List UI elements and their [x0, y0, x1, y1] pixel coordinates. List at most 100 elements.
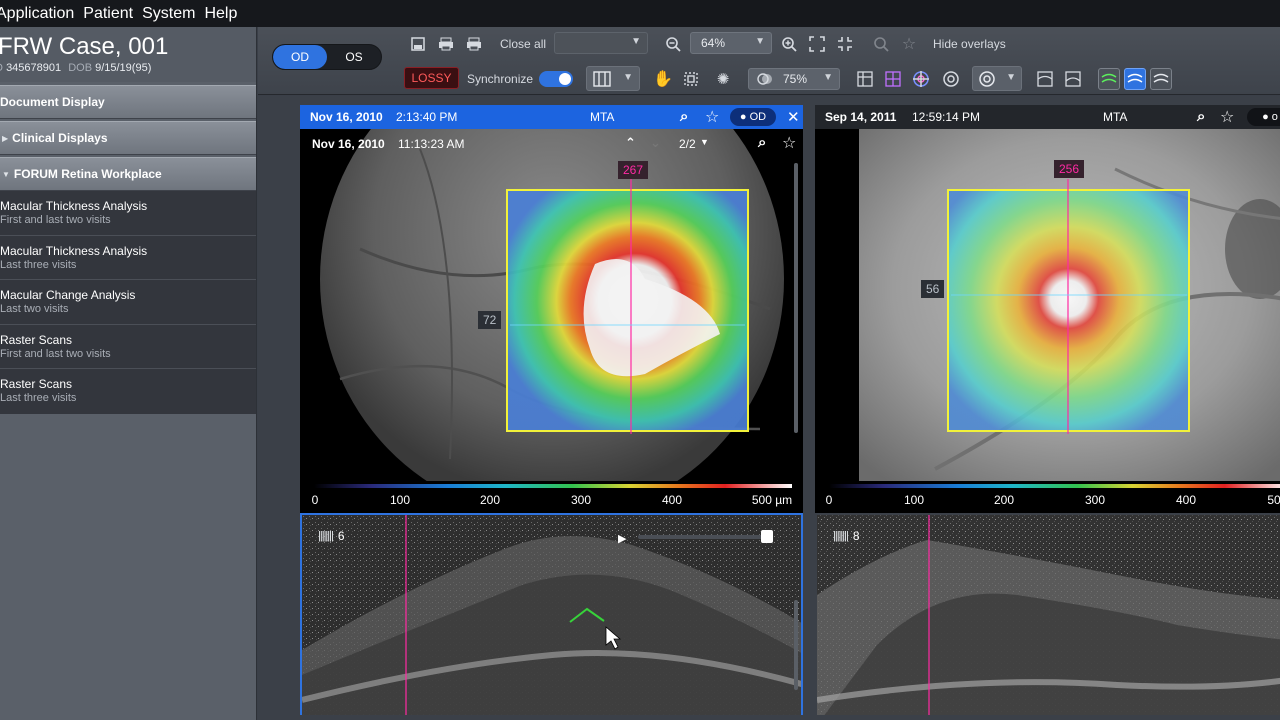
scale-tick: 300	[1084, 493, 1106, 507]
chevron-down-icon: ▼	[623, 72, 633, 83]
grid-layout-button[interactable]: ▼	[586, 66, 640, 91]
star-icon[interactable]: ☆	[782, 133, 796, 153]
section-document-display[interactable]: Document Display	[0, 85, 256, 119]
scan-index-tag: |||||||| 6	[318, 529, 345, 543]
surface-layer-button[interactable]	[1150, 68, 1172, 90]
hide-overlays-button[interactable]: Hide overlays	[933, 37, 1006, 51]
list-item-title: Macular Thickness Analysis	[0, 199, 148, 213]
save-icon[interactable]	[408, 35, 428, 53]
list-item[interactable]: Macular Thickness Analysis First and las…	[0, 191, 256, 236]
brightness-icon[interactable]: ✺	[712, 68, 734, 90]
menu-bar: Application Patient System Help	[0, 0, 1280, 27]
bscan-layer-button[interactable]	[1124, 68, 1146, 90]
star-icon[interactable]: ☆	[1220, 107, 1234, 127]
section-label: Document Display	[0, 95, 105, 109]
target-icon[interactable]	[910, 68, 932, 90]
bscan-stack-icon: ||||||||	[318, 530, 334, 542]
scrollbar[interactable]	[794, 163, 798, 433]
list-item[interactable]: Macular Change Analysis Last two visits	[0, 280, 256, 325]
scale-tick: 500 µm	[751, 493, 793, 507]
close-icon[interactable]: ✕	[787, 108, 800, 126]
star-icon[interactable]: ☆	[705, 107, 719, 127]
chevron-up-icon[interactable]: ⌃	[625, 135, 636, 151]
panel-header-left: Nov 16, 2010 2:13:40 PM MTA ⌕ ☆ ● OD ✕	[300, 105, 803, 129]
crosshair-top-value: 256	[1054, 160, 1085, 178]
fundus-image-right[interactable]	[815, 129, 1280, 481]
close-all-button[interactable]: Close all	[500, 37, 546, 51]
sidebar: FRW Case, 001 ID 345678901 DOB 9/15/19(9…	[0, 27, 257, 720]
search-icon[interactable]: ⌕	[758, 134, 766, 151]
section-label: Clinical Displays	[12, 131, 108, 145]
os-button[interactable]: OS	[327, 45, 381, 69]
od-button[interactable]: OD	[273, 45, 327, 69]
chevron-down-icon[interactable]: ⌄	[650, 135, 661, 151]
menu-system[interactable]: System	[142, 5, 195, 23]
overlay-grid-icon[interactable]	[854, 68, 876, 90]
thickness-map-button[interactable]	[1098, 68, 1120, 90]
menu-help[interactable]: Help	[204, 5, 237, 23]
crosshair-top-value: 267	[618, 161, 649, 179]
scrollbar-thumb[interactable]	[794, 163, 798, 433]
zoom-out-icon[interactable]	[662, 33, 684, 55]
search-icon[interactable]: ⌕	[1197, 108, 1205, 125]
layer-view-1-icon[interactable]	[1034, 68, 1056, 90]
fundus-image[interactable]	[300, 129, 803, 481]
fit-to-screen-icon[interactable]	[806, 33, 828, 55]
fixation-button[interactable]: ▼	[972, 66, 1022, 91]
chevron-down-icon: ▼	[823, 72, 833, 83]
play-icon[interactable]: ▶	[618, 532, 626, 545]
etdrs-grid-icon[interactable]	[882, 68, 904, 90]
search-icon[interactable]	[870, 33, 892, 55]
panel-header-right: Sep 14, 2011 12:59:14 PM MTA ⌕ ☆ ● o	[815, 105, 1280, 129]
list-item[interactable]: Macular Thickness Analysis Last three vi…	[0, 236, 256, 280]
fundus-image-svg	[300, 129, 803, 481]
scan-date: Nov 16, 2010	[312, 137, 385, 151]
crosshair-left-value: 56	[921, 280, 945, 298]
viewer-panel-left[interactable]: Nov 16, 2010 2:13:40 PM MTA ⌕ ☆ ● OD ✕ N…	[300, 105, 803, 715]
scale-tick: 200	[993, 493, 1015, 507]
search-icon[interactable]: ⌕	[680, 108, 688, 125]
scale-tick: 400	[661, 493, 683, 507]
zoom-select[interactable]: 64% ▼	[690, 32, 772, 54]
viewer-panel-right[interactable]: Sep 14, 2011 12:59:14 PM MTA ⌕ ☆ ● o 256…	[815, 105, 1280, 715]
chevron-down-icon: ▼	[631, 36, 641, 47]
eye-toggle: OD OS	[272, 44, 382, 70]
section-forum-retina-workplace[interactable]: ▼ FORUM Retina Workplace	[0, 157, 256, 191]
pan-hand-icon[interactable]: ✋	[652, 68, 674, 90]
list-item-title: Raster Scans	[0, 332, 73, 347]
list-item-subtitle: Last three visits	[0, 392, 77, 404]
crosshair-left-value: 72	[478, 311, 502, 329]
thickness-color-scale	[314, 484, 792, 488]
bscan-image-left[interactable]: |||||||| 6 ▶	[300, 513, 803, 715]
section-clinical-displays[interactable]: ▶ Clinical Displays	[0, 121, 256, 155]
list-item[interactable]: Raster Scans First and last two visits	[0, 325, 256, 369]
chevron-down-icon[interactable]: ▼	[700, 137, 709, 147]
layer-view-2-icon[interactable]	[1062, 68, 1084, 90]
scan-slider-handle[interactable]	[761, 530, 773, 543]
print-icon[interactable]	[464, 35, 484, 53]
synchronize-toggle[interactable]	[539, 71, 573, 87]
circle-target-icon[interactable]	[940, 68, 962, 90]
synchronize-label: Synchronize	[467, 72, 534, 86]
page-indicator[interactable]: 2/2	[679, 137, 696, 151]
list-item[interactable]: Raster Scans Last three visits	[0, 369, 256, 414]
print-preview-icon[interactable]	[436, 35, 456, 53]
bscan-image-right[interactable]: |||||||| 8	[815, 513, 1280, 715]
star-icon[interactable]: ☆	[898, 33, 920, 55]
chevron-down-icon: ▼	[755, 36, 765, 47]
lossy-badge: LOSSY	[404, 67, 459, 89]
actual-size-icon[interactable]	[834, 33, 856, 55]
list-item-title: Macular Thickness Analysis	[0, 243, 148, 258]
zoom-in-icon[interactable]	[778, 33, 800, 55]
bscan-scrollbar[interactable]	[794, 600, 798, 690]
workplace-list: Macular Thickness Analysis First and las…	[0, 191, 256, 414]
scale-tick: 0	[311, 493, 319, 507]
opacity-select[interactable]: 75% ▼	[748, 68, 840, 90]
menu-patient[interactable]: Patient	[83, 5, 133, 23]
menu-application[interactable]: Application	[0, 5, 74, 23]
scale-tick: 100	[389, 493, 411, 507]
scan-slider[interactable]	[638, 535, 768, 539]
patient-dob-label: DOB	[68, 62, 93, 74]
select-region-icon[interactable]	[680, 68, 702, 90]
layout-select[interactable]: ▼	[554, 32, 648, 54]
